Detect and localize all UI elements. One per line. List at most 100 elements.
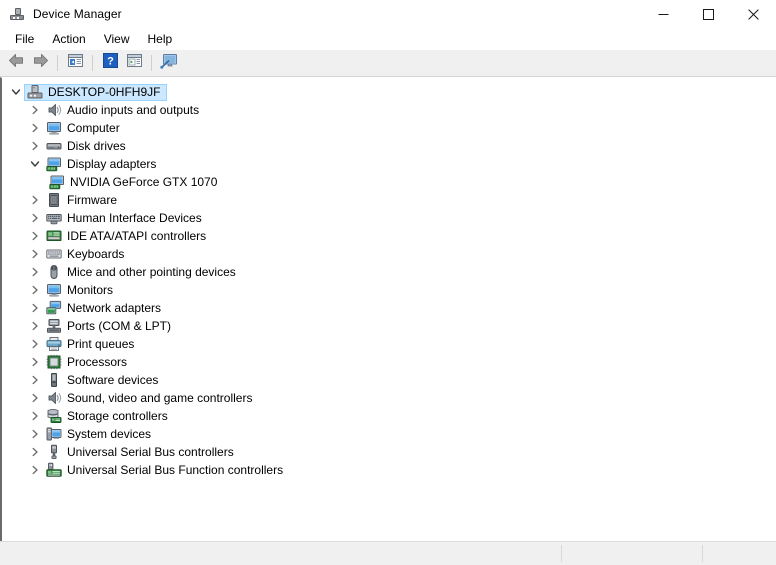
tree-node-label: Print queues [67,337,135,351]
tree-node-content: Network adapters [43,300,168,317]
disk-drive-icon [46,138,62,154]
chevron-right-icon[interactable] [27,227,43,245]
mouse-icon [46,264,62,280]
show-hide-console-tree-button[interactable] [63,52,87,74]
toolbar-separator-1 [57,55,58,71]
firmware-icon [46,192,62,208]
toolbar-separator-2 [92,55,93,71]
tree-node[interactable]: Audio inputs and outputs [2,101,776,119]
tree-node-content: Display adapters [43,156,163,173]
tree-node-label: Monitors [67,283,114,297]
display-adapter-icon [46,156,62,172]
tree-node-label: Display adapters [67,157,157,171]
tree-node-label: Ports (COM & LPT) [67,319,172,333]
menu-bar: File Action View Help [0,28,776,50]
tree-node[interactable]: Display adapters [2,155,776,173]
properties-button[interactable] [122,52,146,74]
tree-node[interactable]: Ports (COM & LPT) [2,317,776,335]
chevron-right-icon[interactable] [27,191,43,209]
tree-node-label: Sound, video and game controllers [67,391,253,405]
chevron-right-icon[interactable] [27,245,43,263]
console-tree-panel[interactable]: DESKTOP-0HFH9JF Audio inputs and outputs C… [0,77,776,541]
tree-node[interactable]: DESKTOP-0HFH9JF [2,83,776,101]
tree-node-label: DESKTOP-0HFH9JF [48,85,161,99]
chevron-right-icon[interactable] [27,407,43,425]
chevron-right-icon[interactable] [27,389,43,407]
chevron-right-icon[interactable] [27,119,43,137]
menu-file[interactable]: File [6,30,43,48]
monitor-icon [46,120,62,136]
chevron-right-icon[interactable] [27,443,43,461]
chevron-right-icon[interactable] [27,461,43,479]
minimize-button[interactable] [641,0,686,28]
tree-node[interactable]: Human Interface Devices [2,209,776,227]
help-question-icon: ? [102,53,118,73]
window-title: Device Manager [33,7,122,21]
tree-node-label: Universal Serial Bus Function controller… [67,463,284,477]
tree-node[interactable]: Firmware [2,191,776,209]
network-adapter-icon [46,300,62,316]
chevron-right-icon[interactable] [27,353,43,371]
port-icon [46,318,62,334]
chevron-right-icon[interactable] [27,425,43,443]
forward-button[interactable] [28,52,52,74]
chevron-right-icon[interactable] [27,371,43,389]
speaker-icon [46,102,62,118]
tree-node-label: System devices [67,427,152,441]
chevron-right-icon[interactable] [27,101,43,119]
chevron-down-icon[interactable] [8,83,24,101]
menu-action[interactable]: Action [43,30,94,48]
maximize-button[interactable] [686,0,731,28]
tree-node[interactable]: NVIDIA GeForce GTX 1070 [2,173,776,191]
tree-node-label: Processors [67,355,128,369]
status-pane-main [0,542,561,565]
tree-node[interactable]: IDE ATA/ATAPI controllers [2,227,776,245]
hid-icon [46,210,62,226]
tree-node[interactable]: Keyboards [2,245,776,263]
ide-controller-icon [46,228,62,244]
tree-node-content: Monitors [43,282,120,299]
menu-help[interactable]: Help [139,30,182,48]
chevron-right-icon[interactable] [27,263,43,281]
tree-node[interactable]: Network adapters [2,299,776,317]
tree-node-content: DESKTOP-0HFH9JF [24,83,168,101]
chevron-right-icon[interactable] [27,335,43,353]
storage-controller-icon [46,408,62,424]
device-tree: DESKTOP-0HFH9JF Audio inputs and outputs C… [2,78,776,479]
chevron-right-icon[interactable] [27,137,43,155]
tree-node[interactable]: Print queues [2,335,776,353]
tree-node[interactable]: Monitors [2,281,776,299]
title-bar-left: Device Manager [0,6,122,22]
chevron-right-icon[interactable] [27,209,43,227]
tree-node[interactable]: Universal Serial Bus controllers [2,443,776,461]
scan-for-hardware-changes-button[interactable] [157,52,181,74]
chevron-right-icon[interactable] [27,281,43,299]
tree-node[interactable]: System devices [2,425,776,443]
menu-view[interactable]: View [95,30,139,48]
tree-node[interactable]: Mice and other pointing devices [2,263,776,281]
chevron-right-icon[interactable] [27,299,43,317]
tree-node[interactable]: Software devices [2,371,776,389]
chevron-right-icon[interactable] [27,317,43,335]
back-button[interactable] [4,52,28,74]
chevron-down-icon[interactable] [27,155,43,173]
tree-node-content: Mice and other pointing devices [43,264,243,281]
help-button[interactable]: ? [98,52,122,74]
tree-node[interactable]: Computer [2,119,776,137]
tree-node-label: Audio inputs and outputs [67,103,200,117]
tree-node[interactable]: Sound, video and game controllers [2,389,776,407]
tree-node[interactable]: Universal Serial Bus Function controller… [2,461,776,479]
close-button[interactable] [731,0,776,28]
properties-icon [126,53,143,73]
tree-node-content: System devices [43,426,158,443]
tree-node[interactable]: Storage controllers [2,407,776,425]
tree-node-content: Firmware [43,192,124,209]
tree-node[interactable]: Disk drives [2,137,776,155]
status-bar [0,541,776,565]
tree-node-content: Sound, video and game controllers [43,390,259,407]
usb-icon [46,444,62,460]
computer-root-icon [27,84,43,100]
device-manager-window: Device Manager File Action View Help ? D… [0,0,776,565]
tree-node[interactable]: Processors [2,353,776,371]
tree-node-label: Disk drives [67,139,126,153]
